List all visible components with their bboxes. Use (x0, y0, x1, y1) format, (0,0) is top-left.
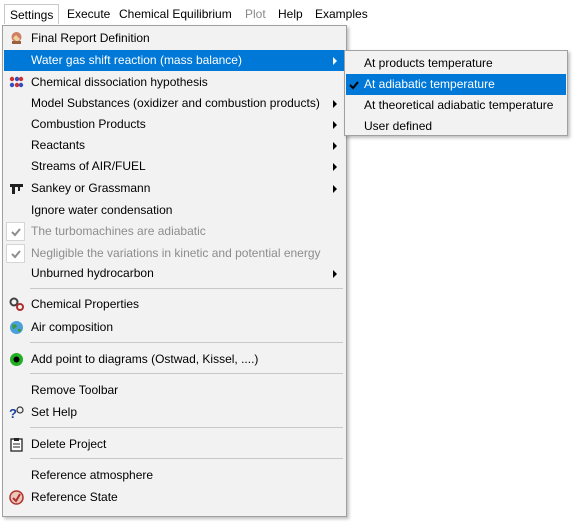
negligible-label: Negligible the variations in kinetic and… (31, 246, 321, 260)
combustion-products-label: Combustion Products (31, 117, 146, 131)
chem-properties-label: Chemical Properties (31, 297, 140, 311)
menu-item-ignore-water[interactable]: Ignore water condensation (4, 200, 345, 221)
reference-state-icon (9, 490, 24, 505)
menu-item-negligible-energy[interactable]: Negligible the variations in kinetic and… (4, 243, 345, 264)
menu-bar: Settings Execute Chemical Equilibrium Pl… (0, 0, 575, 26)
menu-item-combustion-products[interactable]: Combustion Products (4, 114, 345, 135)
remove-toolbar-label: Remove Toolbar (31, 383, 119, 397)
submenu-item-user-defined[interactable]: User defined (346, 116, 566, 137)
menu-separator (30, 458, 343, 459)
menu-item-reference-atmosphere[interactable]: Reference atmosphere (4, 465, 345, 486)
add-point-label: Add point to diagrams (Ostwad, Kissel, .… (31, 352, 259, 366)
checkbox-negligible (6, 244, 25, 263)
menu-item-air-composition[interactable]: Air composition (4, 317, 345, 338)
menu-item-final-report[interactable]: Final Report Definition (4, 28, 345, 49)
menu-item-unburned[interactable]: Unburned hydrocarbon (4, 263, 345, 284)
check-icon (11, 250, 21, 259)
menu-plot[interactable]: Plot (240, 4, 271, 24)
menu-item-reference-state[interactable]: Reference State (4, 487, 345, 508)
help-pointer-icon: ? (9, 406, 24, 420)
check-icon (11, 228, 21, 237)
streams-label: Streams of AIR/FUEL (31, 159, 146, 173)
submenu-arrow-icon (333, 142, 337, 150)
submenu-arrow-icon (333, 100, 337, 108)
menu-separator (30, 288, 343, 289)
adiabatic-temp-label: At adiabatic temperature (364, 77, 495, 91)
ref-state-label: Reference State (31, 490, 118, 504)
target-icon (10, 353, 23, 366)
ignore-water-label: Ignore water condensation (31, 203, 173, 217)
menu-settings[interactable]: Settings (4, 4, 60, 24)
menu-examples[interactable]: Examples (310, 4, 373, 24)
gears-icon (9, 297, 24, 311)
unburned-label: Unburned hydrocarbon (31, 266, 154, 280)
turbomachines-label: The turbomachines are adiabatic (31, 224, 206, 238)
reactants-label: Reactants (31, 138, 86, 152)
delete-project-label: Delete Project (31, 437, 107, 451)
submenu-item-theoretical-temp[interactable]: At theoretical adiabatic temperature (346, 95, 566, 116)
dissociation-label: Chemical dissociation hypothesis (31, 75, 208, 89)
menu-item-chemical-properties[interactable]: Chemical Properties (4, 294, 345, 315)
sankey-icon (10, 184, 23, 194)
menu-separator (30, 342, 343, 343)
submenu-arrow-icon (333, 121, 337, 129)
ref-atmosphere-label: Reference atmosphere (31, 468, 154, 482)
menu-item-set-help[interactable]: ? Set Help (4, 402, 345, 423)
submenu-arrow-icon (333, 57, 337, 65)
menu-item-sankey[interactable]: Sankey or Grassmann (4, 178, 345, 199)
menu-separator (30, 373, 343, 374)
clipboard-icon (10, 438, 23, 452)
user-defined-label: User defined (364, 119, 433, 133)
submenu-item-adiabatic-temp[interactable]: At adiabatic temperature (346, 74, 566, 95)
menu-chemical-equilibrium[interactable]: Chemical Equilibrium (114, 4, 237, 24)
air-composition-label: Air composition (31, 320, 114, 334)
menu-item-turbomachines[interactable]: The turbomachines are adiabatic (4, 221, 345, 242)
menu-separator (30, 427, 343, 428)
submenu-item-products-temp[interactable]: At products temperature (346, 53, 566, 74)
menu-item-streams[interactable]: Streams of AIR/FUEL (4, 156, 345, 177)
menu-item-dissociation[interactable]: Chemical dissociation hypothesis (4, 72, 345, 93)
menu-item-water-gas-shift[interactable]: Water gas shift reaction (mass balance) (4, 50, 345, 71)
water-gas-submenu: At products temperature At adiabatic tem… (344, 50, 568, 136)
products-temp-label: At products temperature (364, 56, 493, 70)
settings-dropdown: Final Report Definition Water gas shift … (2, 25, 347, 517)
submenu-arrow-icon (333, 163, 337, 171)
water-gas-label: Water gas shift reaction (mass balance) (31, 53, 242, 67)
theoretical-temp-label: At theoretical adiabatic temperature (364, 98, 554, 112)
menu-item-add-point[interactable]: Add point to diagrams (Ostwad, Kissel, .… (4, 349, 345, 370)
molecule-icon (9, 76, 24, 88)
menu-item-model-substances[interactable]: Model Substances (oxidizer and combustio… (4, 93, 345, 114)
menu-help[interactable]: Help (273, 4, 308, 24)
submenu-arrow-icon (333, 270, 337, 278)
set-help-label: Set Help (31, 405, 78, 419)
model-substances-label: Model Substances (oxidizer and combustio… (31, 96, 320, 110)
check-icon (349, 81, 359, 90)
submenu-arrow-icon (333, 185, 337, 193)
menu-item-remove-toolbar[interactable]: Remove Toolbar (4, 380, 345, 401)
final-report-label: Final Report Definition (31, 31, 150, 45)
globe-icon (10, 321, 23, 334)
checkbox-turbomachines (6, 222, 25, 241)
report-icon (11, 32, 22, 44)
sankey-label: Sankey or Grassmann (31, 181, 151, 195)
menu-item-delete-project[interactable]: Delete Project (4, 434, 345, 455)
menu-item-reactants[interactable]: Reactants (4, 135, 345, 156)
svg-text:?: ? (9, 406, 17, 420)
menu-execute[interactable]: Execute (62, 4, 115, 24)
